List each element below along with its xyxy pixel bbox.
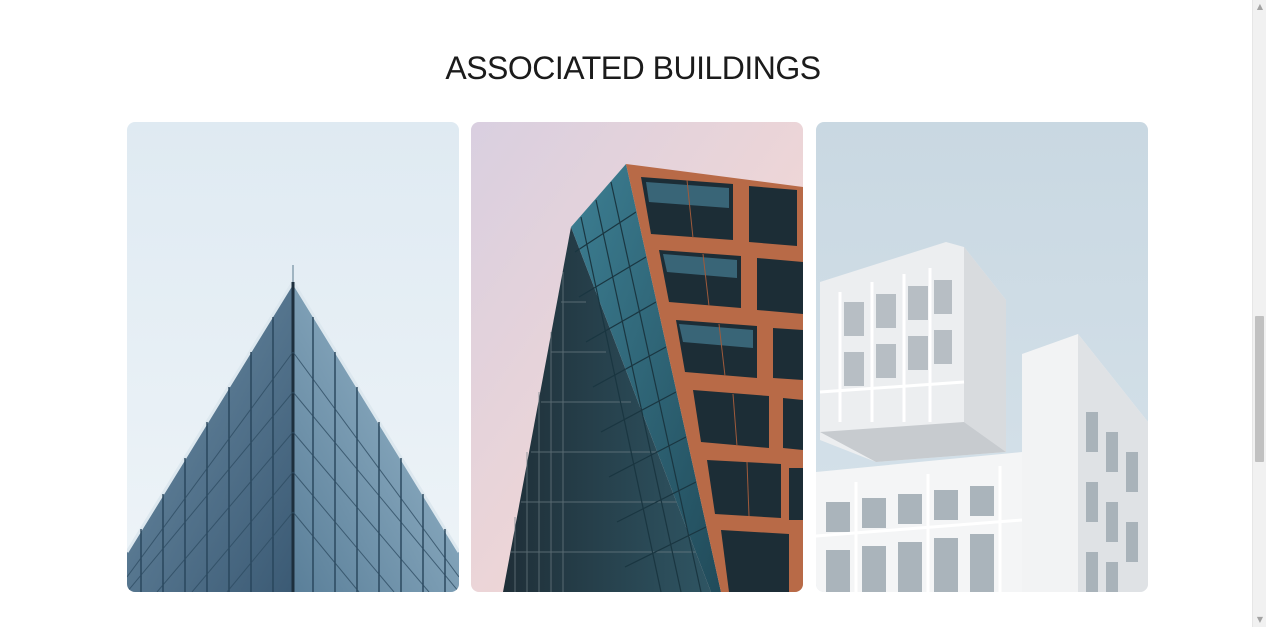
section-title: ASSOCIATED BUILDINGS xyxy=(445,50,821,86)
scroll-up-arrow-icon[interactable]: ▲ xyxy=(1253,0,1267,14)
copper-grid-tower-image xyxy=(471,122,803,592)
building-image-3[interactable] xyxy=(816,122,1148,592)
scroll-thumb[interactable] xyxy=(1255,316,1264,462)
glass-pyramid-building-image xyxy=(127,122,459,592)
building-gallery xyxy=(127,122,1148,592)
building-image-2[interactable] xyxy=(471,122,803,592)
scroll-down-arrow-icon[interactable]: ▼ xyxy=(1253,613,1267,627)
white-apartment-building-image xyxy=(816,122,1148,592)
page: ASSOCIATED BUILDINGS ▲ ▼ xyxy=(0,0,1266,627)
vertical-scrollbar[interactable]: ▲ ▼ xyxy=(1252,0,1266,627)
building-image-1[interactable] xyxy=(127,122,459,592)
